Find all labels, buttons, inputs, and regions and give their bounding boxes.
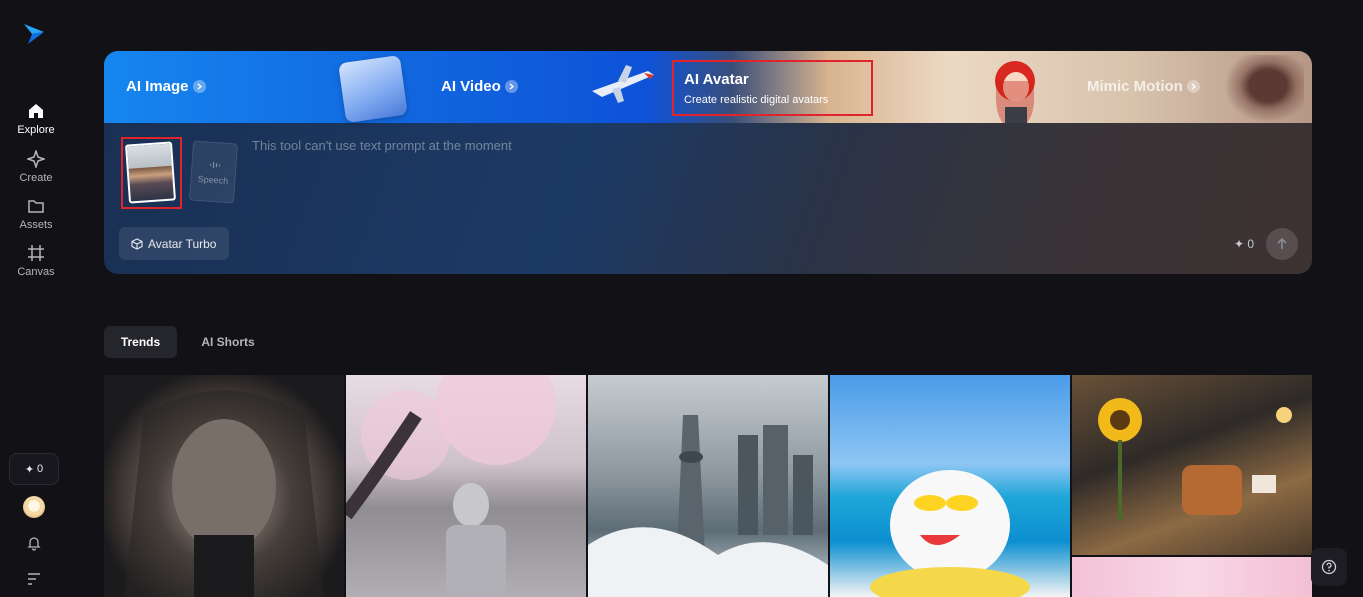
tab-ai-avatar[interactable]: AI Avatar Create realistic digital avata…	[672, 60, 873, 116]
sparkle-icon	[27, 150, 45, 168]
gallery-item[interactable]	[346, 375, 586, 597]
gallery-thumbnail	[870, 470, 1030, 597]
model-select-button[interactable]: Avatar Turbo	[119, 227, 229, 260]
chevron-right-icon	[504, 80, 518, 93]
tool-input-panel: Speech This tool can't use text prompt a…	[104, 123, 1312, 274]
gallery-thumbnail	[588, 415, 828, 597]
model-label: Avatar Turbo	[148, 236, 217, 251]
help-button[interactable]	[1311, 548, 1347, 586]
sidebar-item-label: Explore	[17, 124, 55, 136]
waveform-icon	[209, 161, 220, 168]
tab-mimic-motion[interactable]: Mimic Motion	[1087, 78, 1200, 95]
bell-icon[interactable]	[26, 535, 42, 551]
logo-icon[interactable]	[22, 22, 46, 46]
sidebar-item-assets[interactable]: Assets	[0, 197, 72, 231]
tool-tabs: AI Image AI Video AI Avatar Create reali…	[104, 51, 1312, 124]
tab-trends[interactable]: Trends	[104, 326, 177, 358]
prompt-input[interactable]: This tool can't use text prompt at the m…	[252, 138, 952, 153]
gallery-item[interactable]	[830, 375, 1070, 597]
speech-label: Speech	[197, 173, 229, 187]
credit-star-icon: ✦	[24, 463, 35, 476]
avatar[interactable]	[23, 496, 45, 518]
folder-icon	[28, 200, 44, 213]
tab-subtitle: Create realistic digital avatars	[684, 94, 829, 106]
gallery-item[interactable]	[1072, 557, 1312, 597]
credits-value: 0	[37, 463, 44, 475]
gallery-thumbnail	[124, 390, 324, 597]
sidebar-item-label: Create	[19, 172, 53, 184]
sidebar-item-label: Assets	[19, 219, 53, 231]
tab-ai-video[interactable]: AI Video	[441, 78, 518, 95]
help-icon	[1321, 559, 1337, 575]
canvas-icon	[28, 245, 44, 261]
tab-label: AI Avatar	[684, 71, 749, 88]
hero-panel: AI Image AI Video AI Avatar Create reali…	[104, 51, 1312, 274]
cost-value: 0	[1247, 237, 1255, 251]
sidebar-item-label: Canvas	[17, 266, 55, 278]
chevron-right-icon	[192, 80, 206, 93]
sidebar-item-explore[interactable]: Explore	[0, 102, 72, 136]
arrow-up-icon	[1277, 237, 1287, 249]
app-root: Explore Create Assets Canvas ✦ 0 AI Imag…	[0, 0, 1363, 597]
avatar-upload-slot[interactable]	[121, 137, 182, 209]
menu-icon[interactable]	[26, 571, 42, 587]
gallery-thumbnail	[346, 375, 556, 597]
chevron-right-icon	[1186, 80, 1200, 93]
cost-indicator: ✦ 0	[1234, 237, 1254, 251]
tab-ai-shorts[interactable]: AI Shorts	[190, 326, 266, 358]
tab-label: AI Image	[126, 78, 189, 95]
home-icon	[29, 104, 43, 118]
sidebar-item-create[interactable]: Create	[0, 150, 72, 184]
tab-label: Mimic Motion	[1087, 78, 1183, 95]
hero-art-avatar	[995, 61, 1035, 123]
hero-art-plane	[592, 65, 654, 103]
avatar-thumbnail	[124, 141, 177, 204]
gallery-item[interactable]	[104, 375, 344, 597]
cube-icon	[131, 237, 143, 250]
credits-badge[interactable]: ✦ 0	[9, 453, 59, 485]
speech-upload-slot[interactable]: Speech	[188, 140, 239, 204]
tab-ai-image[interactable]: AI Image	[126, 78, 206, 95]
sidebar: Explore Create Assets Canvas ✦ 0	[0, 0, 72, 597]
credit-star-icon: ✦	[1234, 237, 1245, 251]
gallery-item[interactable]	[1072, 375, 1312, 555]
hero-art-motion	[1224, 55, 1304, 123]
gallery-item[interactable]	[588, 375, 828, 597]
generate-button[interactable]	[1266, 228, 1298, 260]
gallery-thumbnail	[1098, 398, 1292, 520]
sidebar-item-canvas[interactable]: Canvas	[0, 244, 72, 278]
hero-art-image	[338, 54, 408, 124]
tab-label: AI Video	[441, 78, 501, 95]
